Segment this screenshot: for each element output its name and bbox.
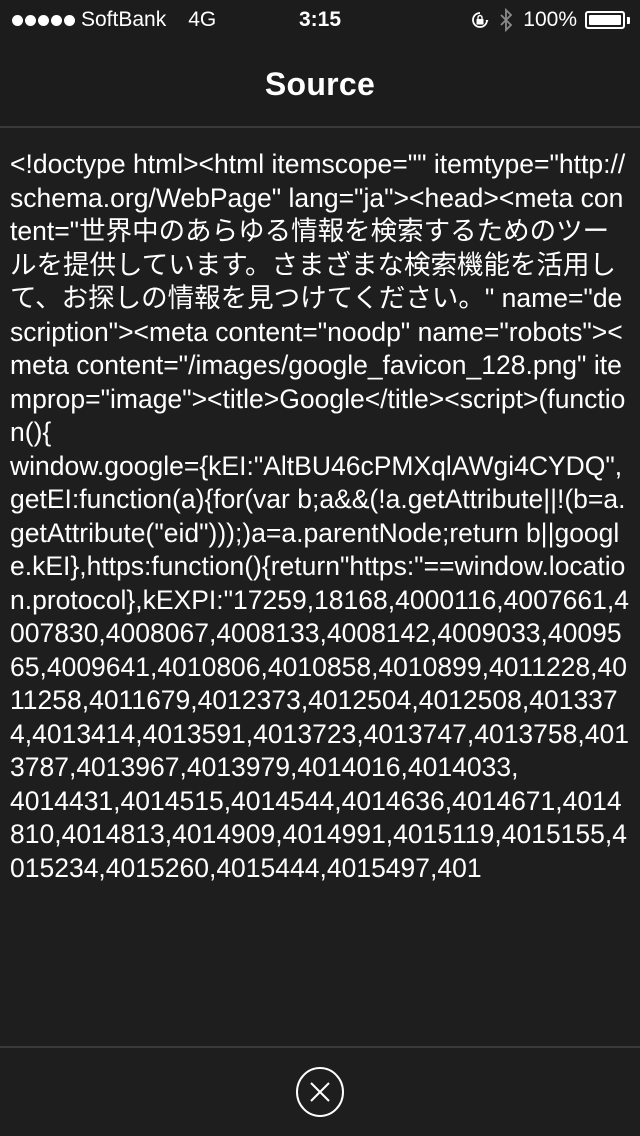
- close-circle-icon: [296, 1067, 344, 1117]
- bottom-toolbar: [0, 1046, 640, 1136]
- source-view[interactable]: <!doctype html><html itemscope="" itemty…: [0, 128, 640, 1046]
- battery-icon: [585, 11, 625, 29]
- navigation-bar: Source: [0, 40, 640, 128]
- rotation-lock-icon: [472, 12, 489, 28]
- battery-level-fill: [589, 15, 621, 25]
- status-right: 100%: [469, 8, 630, 32]
- page-title: Source: [264, 66, 376, 102]
- battery-percentage: 100%: [523, 8, 577, 31]
- close-button[interactable]: [295, 1066, 345, 1118]
- bluetooth-icon: [500, 8, 513, 32]
- source-code-text[interactable]: <!doctype html><html itemscope="" itemty…: [0, 128, 640, 885]
- status-bar: SoftBank 4G 3:15 100%: [0, 0, 640, 40]
- battery-nub: [627, 16, 630, 24]
